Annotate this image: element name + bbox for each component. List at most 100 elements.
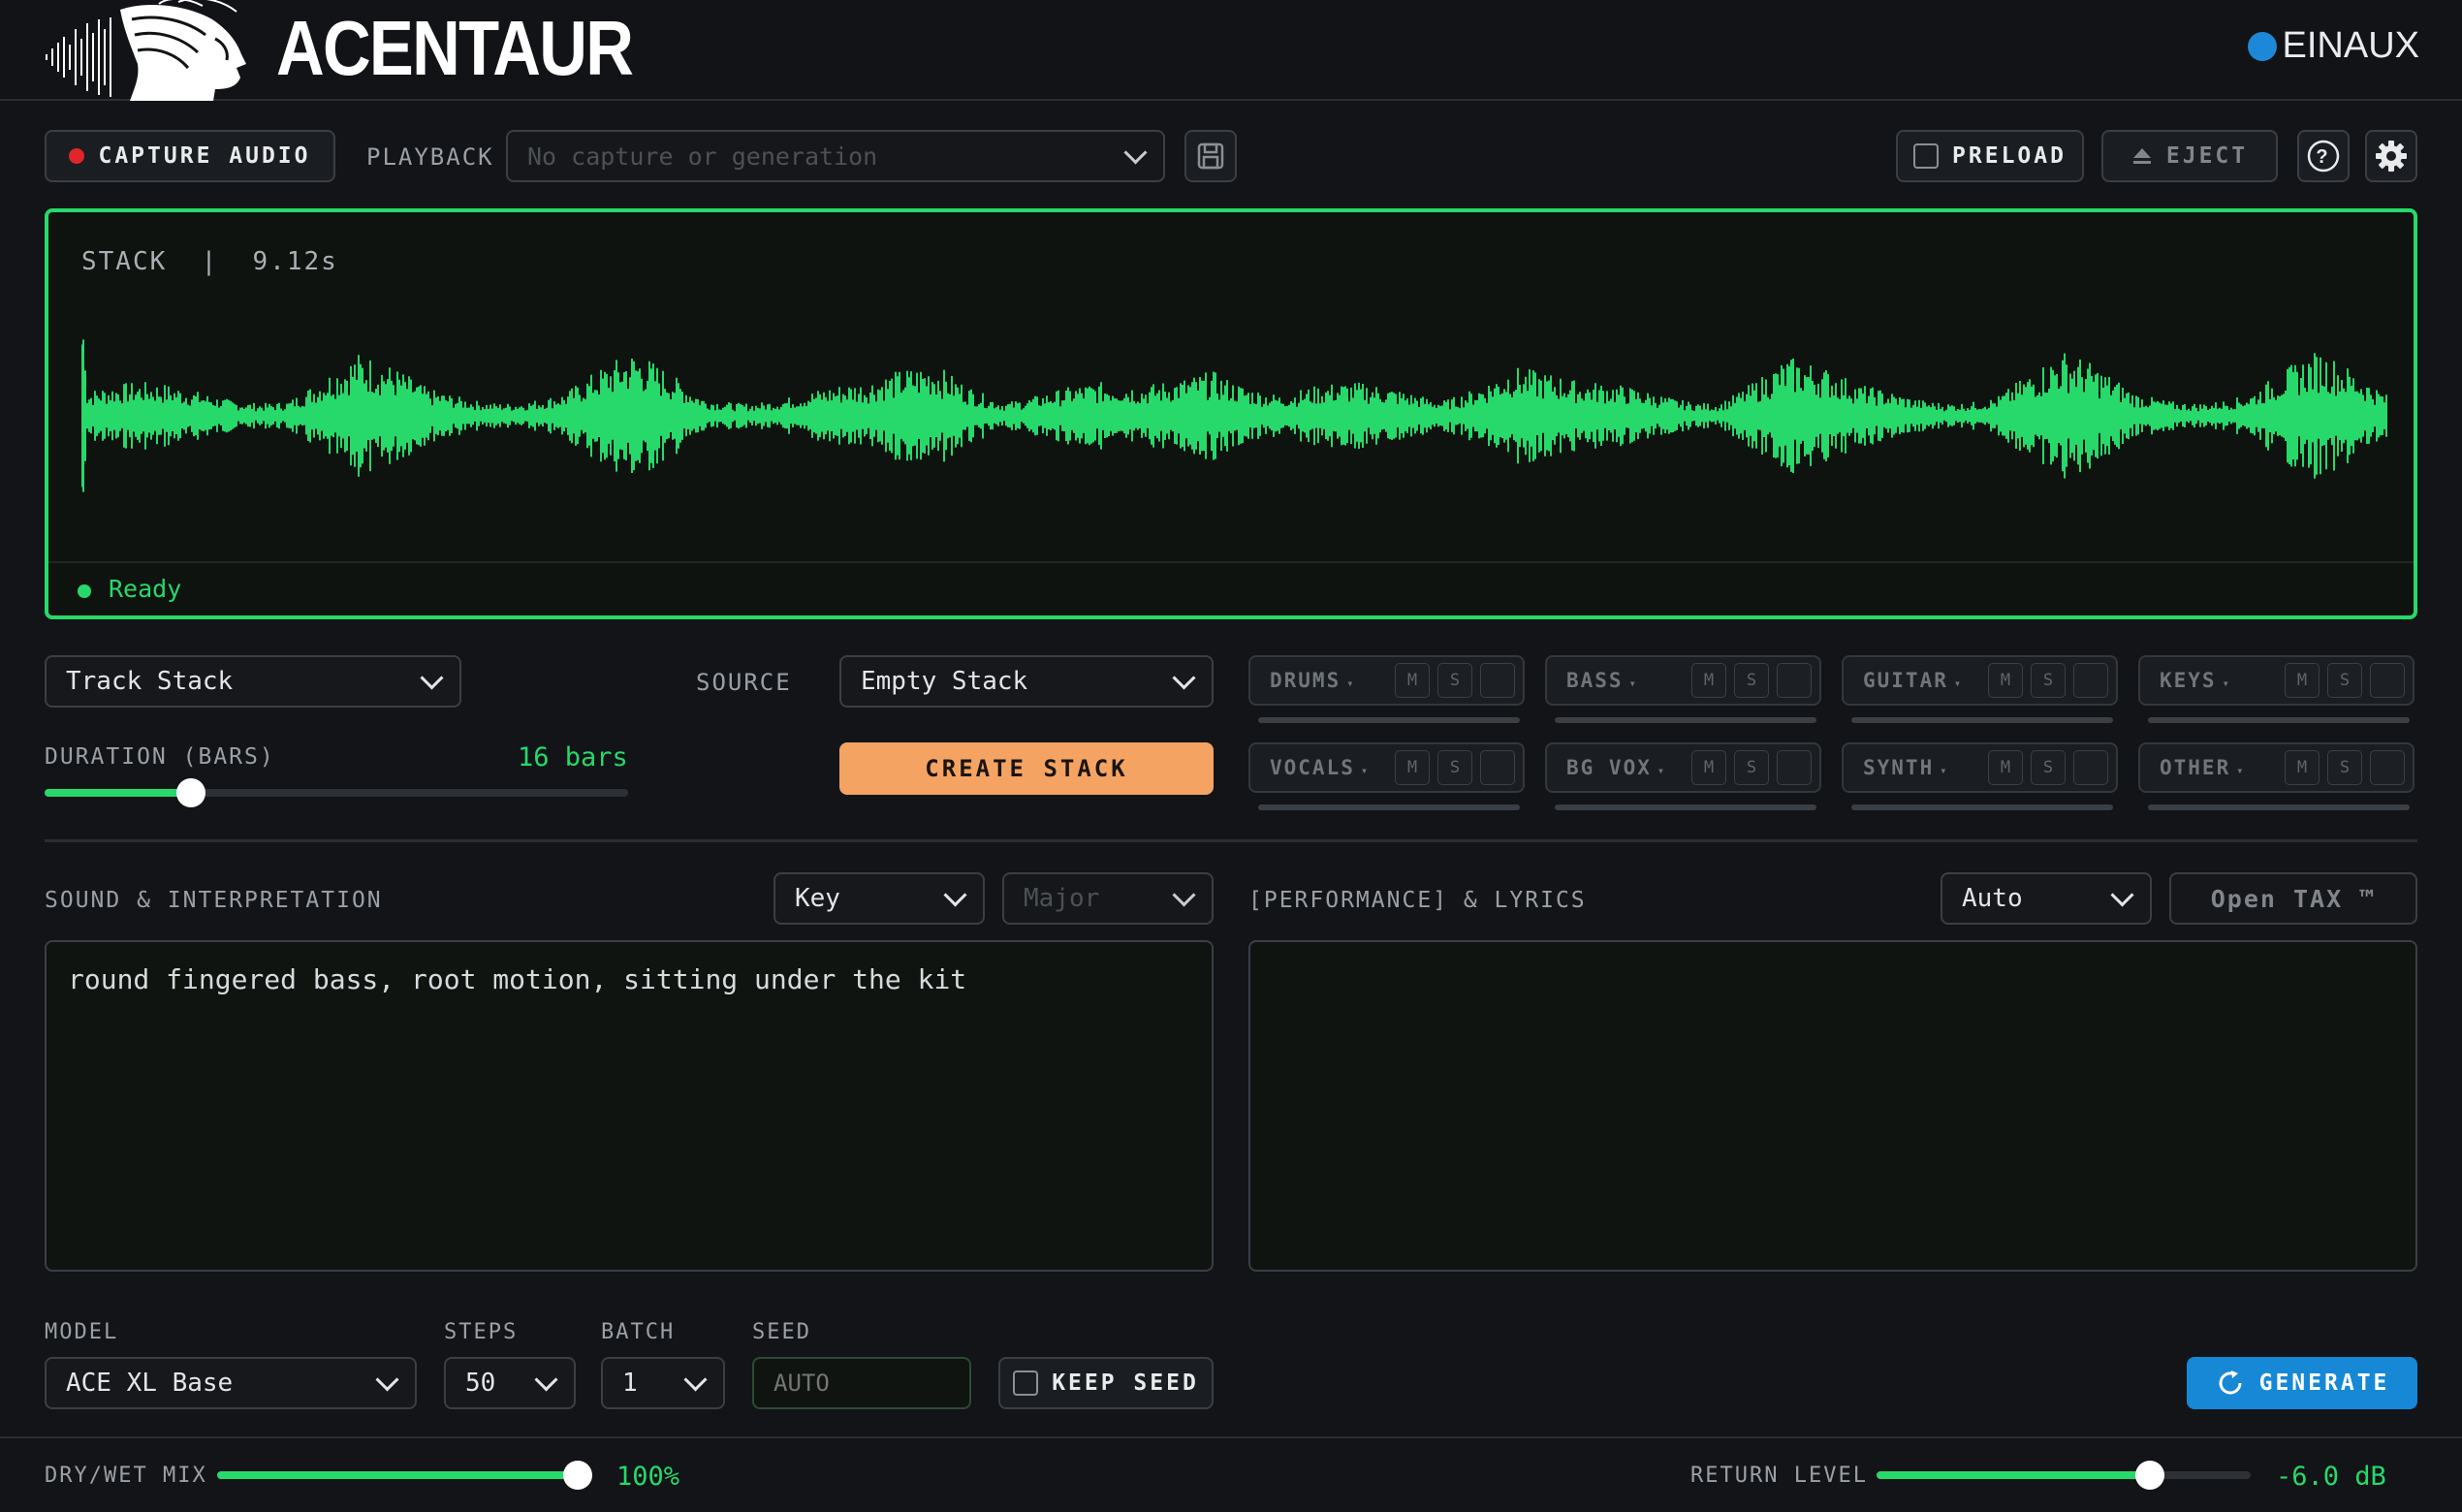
mute-button[interactable]: M	[2285, 663, 2320, 698]
stem-name[interactable]: SYNTH ▾	[1863, 756, 1988, 779]
stem-bass[interactable]: BASS ▾ M S	[1545, 655, 1821, 706]
stem-extra-button[interactable]	[1777, 750, 1812, 785]
open-tax-button[interactable]: Open TAX ™	[2169, 872, 2417, 925]
lyrics-mode-select[interactable]: Auto	[1941, 872, 2152, 925]
help-icon: ?	[2307, 140, 2340, 173]
create-stack-button[interactable]: CREATE STACK	[839, 742, 1214, 795]
mute-button[interactable]: M	[1988, 750, 2023, 785]
stem-level-meter	[2148, 717, 2410, 723]
solo-button[interactable]: S	[1734, 663, 1769, 698]
lyrics-textarea[interactable]	[1248, 940, 2417, 1272]
mute-button[interactable]: M	[1395, 750, 1430, 785]
scale-select[interactable]: Major	[1002, 872, 1214, 925]
save-icon	[1197, 142, 1224, 170]
save-button[interactable]	[1184, 130, 1237, 182]
scale-value: Major	[1024, 884, 1100, 913]
batch-select[interactable]: 1	[601, 1357, 725, 1409]
solo-button[interactable]: S	[2031, 750, 2066, 785]
chevron-down-icon	[1172, 882, 1196, 907]
footer-divider	[0, 1436, 2462, 1438]
mute-button[interactable]: M	[1395, 663, 1430, 698]
key-value: Key	[795, 884, 840, 913]
mute-button[interactable]: M	[1691, 663, 1726, 698]
steps-select[interactable]: 50	[444, 1357, 576, 1409]
solo-button[interactable]: S	[2327, 663, 2362, 698]
capture-audio-button[interactable]: CAPTURE AUDIO	[45, 130, 335, 182]
stem-name[interactable]: BASS ▾	[1566, 669, 1691, 692]
caret-down-icon: ▾	[1628, 677, 1638, 690]
playback-placeholder: No capture or generation	[527, 142, 878, 171]
svg-text:?: ?	[2316, 146, 2330, 168]
duration-value: 16 bars	[518, 742, 628, 772]
solo-button[interactable]: S	[1734, 750, 1769, 785]
refresh-icon	[2219, 1370, 2242, 1395]
generate-button[interactable]: GENERATE	[2187, 1357, 2417, 1409]
dry-wet-label: DRY/WET MIX	[45, 1464, 207, 1488]
source-value: Empty Stack	[861, 667, 1028, 696]
stem-extra-button[interactable]	[2370, 663, 2405, 698]
seed-input[interactable]	[752, 1357, 971, 1409]
brand-dot-icon	[2247, 31, 2277, 61]
stem-extra-button[interactable]	[2073, 663, 2108, 698]
stack-mode-select[interactable]: Track Stack	[45, 655, 461, 708]
stem-extra-button[interactable]	[2073, 750, 2108, 785]
waveform-panel[interactable]: STACK | 9.12s Ready	[45, 208, 2417, 619]
mute-button[interactable]: M	[1691, 750, 1726, 785]
stem-level-meter	[1258, 717, 1520, 723]
stem-synth[interactable]: SYNTH ▾ M S	[1842, 742, 2118, 793]
duration-slider-fill	[45, 789, 191, 797]
stem-name[interactable]: BG VOX ▾	[1566, 756, 1691, 779]
stem-name[interactable]: GUITAR ▾	[1863, 669, 1988, 692]
stem-keys[interactable]: KEYS ▾ M S	[2138, 655, 2415, 706]
stem-name[interactable]: OTHER ▾	[2160, 756, 2285, 779]
preload-toggle[interactable]: PRELOAD	[1896, 130, 2084, 182]
return-level-label: RETURN LEVEL	[1690, 1464, 1868, 1488]
return-level-slider[interactable]	[1877, 1461, 2251, 1490]
status-indicator-dot	[78, 584, 91, 598]
waveform-path	[81, 339, 2387, 492]
steps-value: 50	[465, 1369, 496, 1398]
sound-prompt-textarea[interactable]: round fingered bass, root motion, sittin…	[45, 940, 1214, 1272]
audio-waveform[interactable]	[81, 309, 2388, 522]
solo-button[interactable]: S	[1437, 750, 1472, 785]
stem-extra-button[interactable]	[1480, 663, 1515, 698]
keep-seed-toggle[interactable]: KEEP SEED	[998, 1357, 1214, 1409]
keep-seed-checkbox[interactable]	[1013, 1370, 1039, 1396]
stem-drums[interactable]: DRUMS ▾ M S	[1248, 655, 1525, 706]
stem-extra-button[interactable]	[1777, 663, 1812, 698]
source-select[interactable]: Empty Stack	[839, 655, 1214, 708]
stem-extra-button[interactable]	[1480, 750, 1515, 785]
solo-button[interactable]: S	[1437, 663, 1472, 698]
settings-button[interactable]	[2365, 130, 2417, 182]
stem-extra-button[interactable]	[2370, 750, 2405, 785]
playback-label: PLAYBACK	[366, 143, 494, 171]
model-select[interactable]: ACE XL Base	[45, 1357, 417, 1409]
stem-name[interactable]: KEYS ▾	[2160, 669, 2285, 692]
stem-guitar[interactable]: GUITAR ▾ M S	[1842, 655, 2118, 706]
key-select[interactable]: Key	[773, 872, 985, 925]
eject-button[interactable]: EJECT	[2101, 130, 2278, 182]
return-level-slider-handle[interactable]	[2134, 1461, 2164, 1490]
stem-vocals[interactable]: VOCALS ▾ M S	[1248, 742, 1525, 793]
preload-checkbox[interactable]	[1913, 143, 1940, 169]
caret-down-icon: ▾	[1360, 764, 1371, 777]
mute-button[interactable]: M	[2285, 750, 2320, 785]
stem-name[interactable]: DRUMS ▾	[1270, 669, 1395, 692]
dry-wet-slider[interactable]	[217, 1461, 592, 1490]
stem-bg-vox[interactable]: BG VOX ▾ M S	[1545, 742, 1821, 793]
stem-name[interactable]: VOCALS ▾	[1270, 756, 1395, 779]
stem-other[interactable]: OTHER ▾ M S	[2138, 742, 2415, 793]
mute-button[interactable]: M	[1988, 663, 2023, 698]
dry-wet-slider-handle[interactable]	[563, 1461, 592, 1490]
help-button[interactable]: ?	[2297, 130, 2350, 182]
brand-logo[interactable]: EINAUX	[2247, 25, 2419, 67]
centaur-logo-icon	[46, 0, 246, 101]
duration-slider[interactable]	[45, 778, 628, 807]
playback-select[interactable]: No capture or generation	[506, 130, 1165, 182]
solo-button[interactable]: S	[2327, 750, 2362, 785]
caret-down-icon: ▾	[1953, 677, 1964, 690]
duration-slider-handle[interactable]	[175, 778, 205, 807]
solo-button[interactable]: S	[2031, 663, 2066, 698]
batch-value: 1	[622, 1369, 638, 1398]
preload-label: PRELOAD	[1952, 143, 2067, 169]
